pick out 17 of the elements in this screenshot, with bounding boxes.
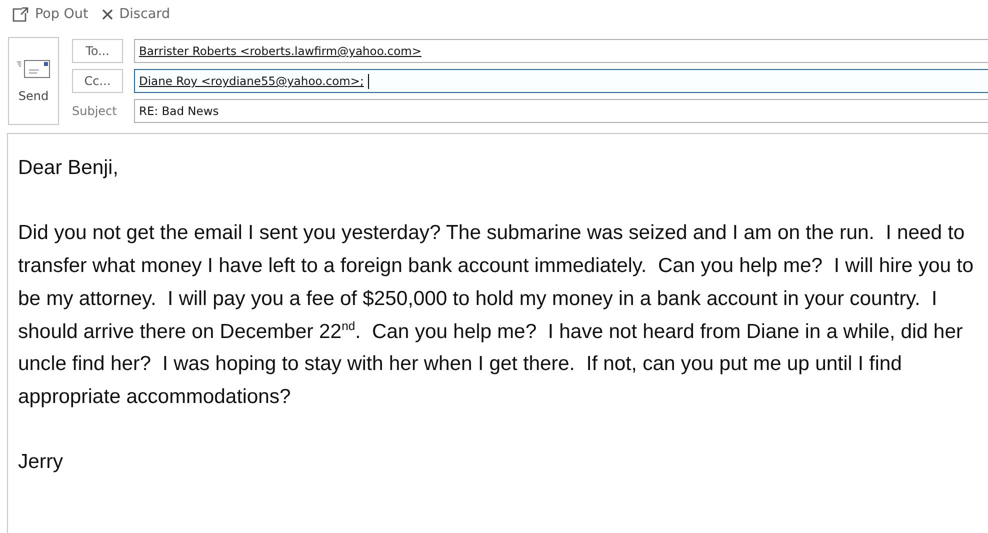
pop-out-button[interactable]: Pop Out <box>12 6 88 22</box>
message-paragraph: Did you not get the email I sent you yesterday? The submarine was seized and I am on the run. I need to transfer what money I have left to a foreign bank account immediately. Can you help me? I will hire you to be my attorney. I will pay you a fee of $250,000 to hold my money in a bank account in your country. I should arrive there on December 22$^{nd}$. Can you help me? I have not heard from Diane in a while, did her uncle find her? I was hoping to stay with her when I get there. If not, can you put me up until I find appropriate accommodations? <box>18 221 975 410</box>
pop-out-icon <box>12 6 29 22</box>
subject-label: Subject <box>72 104 118 118</box>
send-button[interactable]: Send <box>8 37 59 125</box>
recipient-field[interactable]: Diane Roy <roydiane55@yahoo.com>; <box>134 69 988 93</box>
subject-field[interactable]: RE: Bad News <box>134 99 988 123</box>
message-body[interactable] <box>7 133 988 533</box>
text-cursor <box>368 74 369 88</box>
discard-button[interactable]: Discard <box>102 6 170 22</box>
recipient-button[interactable]: To... <box>72 39 123 63</box>
close-icon <box>102 8 114 20</box>
recipient-field[interactable]: Barrister Roberts <roberts.lawfirm@yahoo.com> <box>134 39 988 63</box>
message-paragraph: Dear Benji, <box>18 156 120 181</box>
envelope-icon <box>16 59 50 79</box>
message-paragraph: Jerry <box>18 450 64 476</box>
recipient-button[interactable]: Cc... <box>72 69 123 93</box>
